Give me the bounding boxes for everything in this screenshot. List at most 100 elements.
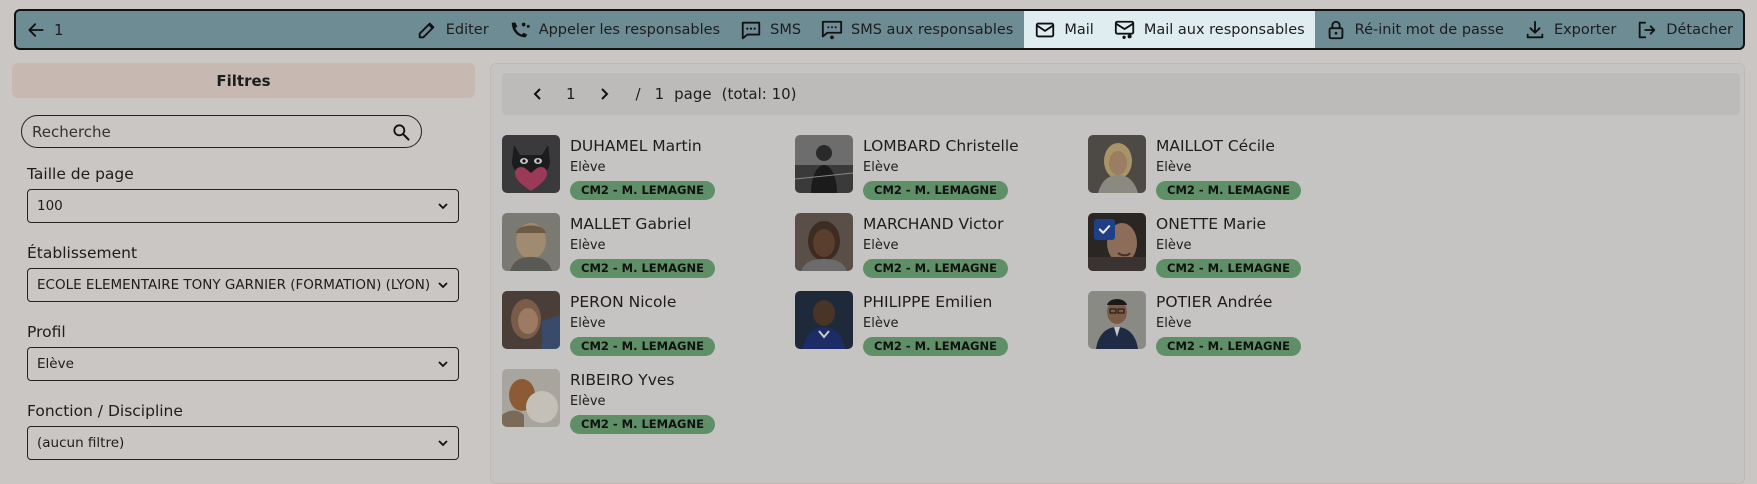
user-card[interactable]: PHILIPPE Emilien Elève CM2 - M. LEMAGNE: [795, 291, 1115, 357]
reset-password-label: Ré-init mot de passe: [1354, 21, 1504, 38]
chevron-left-icon: [533, 88, 541, 100]
user-card[interactable]: MARCHAND Victor Elève CM2 - M. LEMAGNE: [795, 213, 1115, 279]
user-role: Elève: [1156, 160, 1192, 175]
current-page: 1: [566, 85, 576, 103]
etablissement-label: Établissement: [27, 244, 138, 262]
class-badge: CM2 - M. LEMAGNE: [570, 259, 715, 278]
class-badge: CM2 - M. LEMAGNE: [570, 337, 715, 356]
class-badge: CM2 - M. LEMAGNE: [1156, 259, 1301, 278]
phone-people-icon: [511, 22, 530, 37]
user-name: LOMBARD Christelle: [863, 137, 1019, 155]
user-name: PERON Nicole: [570, 293, 677, 311]
user-card[interactable]: LOMBARD Christelle Elève CM2 - M. LEMAGN…: [795, 135, 1115, 201]
mail-guardians-button[interactable]: Mail aux responsables: [1103, 11, 1315, 48]
user-role: Elève: [570, 316, 606, 331]
lock-icon: [1328, 20, 1344, 39]
user-name: MAILLOT Cécile: [1156, 137, 1275, 155]
photo-avatar: [1088, 213, 1146, 271]
mail-button[interactable]: Mail: [1024, 11, 1104, 48]
user-card[interactable]: POTIER Andrée Elève CM2 - M. LEMAGNE: [1088, 291, 1408, 357]
next-page-button[interactable]: [596, 86, 612, 102]
download-icon: [1526, 20, 1544, 38]
user-role: Elève: [863, 238, 899, 253]
back-button[interactable]: [16, 11, 46, 48]
page-size-label: Taille de page: [27, 165, 134, 183]
detach-label: Détacher: [1666, 21, 1733, 38]
envelope-people-icon: [1114, 20, 1134, 39]
photo-avatar: [1088, 135, 1146, 193]
detach-button[interactable]: Détacher: [1626, 11, 1743, 48]
fonction-select[interactable]: (aucun filtre): [27, 426, 459, 460]
user-name: MALLET Gabriel: [570, 215, 692, 233]
user-role: Elève: [863, 160, 899, 175]
class-badge: CM2 - M. LEMAGNE: [863, 337, 1008, 356]
user-role: Elève: [1156, 316, 1192, 331]
user-card[interactable]: MALLET Gabriel Elève CM2 - M. LEMAGNE: [502, 213, 822, 279]
edit-button[interactable]: Editer: [406, 11, 499, 48]
user-card[interactable]: PERON Nicole Elève CM2 - M. LEMAGNE: [502, 291, 822, 357]
chevron-down-icon: [438, 440, 448, 447]
call-guardians-button[interactable]: Appeler les responsables: [499, 11, 730, 48]
checkmark-icon: [1098, 225, 1111, 234]
user-name: MARCHAND Victor: [863, 215, 1004, 233]
reset-password-button[interactable]: Ré-init mot de passe: [1315, 11, 1514, 48]
search-input[interactable]: Recherche: [21, 115, 422, 148]
sms-icon: [741, 21, 761, 39]
profil-label: Profil: [27, 323, 66, 341]
photo-avatar: [502, 291, 560, 349]
chevron-down-icon: [438, 203, 448, 210]
mail-label: Mail: [1064, 21, 1094, 38]
fonction-label: Fonction / Discipline: [27, 402, 183, 420]
action-toolbar: 1 Editer Appeler les responsables SMS SM…: [14, 9, 1745, 50]
arrow-left-icon: [28, 22, 44, 37]
call-guardians-label: Appeler les responsables: [538, 21, 721, 38]
etablissement-select[interactable]: ECOLE ELEMENTAIRE TONY GARNIER (FORMATIO…: [27, 268, 459, 302]
fonction-value: (aucun filtre): [37, 435, 125, 451]
profil-select[interactable]: Elève: [27, 347, 459, 381]
selected-checkbox[interactable]: [1094, 219, 1115, 240]
user-card[interactable]: MAILLOT Cécile Elève CM2 - M. LEMAGNE: [1088, 135, 1408, 201]
prev-page-button[interactable]: [530, 86, 546, 102]
profil-value: Elève: [37, 356, 74, 372]
pagination: 1 / 1 page (total: 10): [502, 73, 1740, 115]
user-name: RIBEIRO Yves: [570, 371, 675, 389]
photo-avatar: [502, 369, 560, 427]
results-panel: 1 / 1 page (total: 10) DUHAMEL Martin El…: [490, 63, 1745, 484]
sms-guardians-label: SMS aux responsables: [851, 21, 1014, 38]
photo-avatar: [795, 291, 853, 349]
class-badge: CM2 - M. LEMAGNE: [863, 259, 1008, 278]
user-role: Elève: [570, 394, 606, 409]
envelope-icon: [1036, 22, 1055, 37]
user-name: DUHAMEL Martin: [570, 137, 702, 155]
mail-guardians-label: Mail aux responsables: [1143, 21, 1305, 38]
sms-button[interactable]: SMS: [730, 11, 811, 48]
class-badge: CM2 - M. LEMAGNE: [1156, 181, 1301, 200]
photo-avatar: [795, 135, 853, 193]
photo-avatar: [502, 213, 560, 271]
filters-header: Filtres: [12, 63, 475, 98]
total-count: (total: 10): [721, 85, 797, 103]
user-card[interactable]: RIBEIRO Yves Elève CM2 - M. LEMAGNE: [502, 369, 822, 435]
search-icon[interactable]: [391, 122, 411, 142]
logout-icon: [1639, 21, 1656, 38]
page-size-value: 100: [37, 198, 63, 214]
user-role: Elève: [570, 238, 606, 253]
class-badge: CM2 - M. LEMAGNE: [863, 181, 1008, 200]
user-name: ONETTE Marie: [1156, 215, 1267, 233]
page-size-select[interactable]: 100: [27, 189, 459, 223]
user-name: PHILIPPE Emilien: [863, 293, 993, 311]
page-word: page: [674, 85, 712, 103]
export-button[interactable]: Exporter: [1514, 11, 1626, 48]
sms-guardians-button[interactable]: SMS aux responsables: [811, 11, 1023, 48]
chevron-right-icon: [600, 88, 608, 100]
page-separator: /: [635, 85, 641, 103]
user-role: Elève: [570, 160, 606, 175]
etablissement-value: ECOLE ELEMENTAIRE TONY GARNIER (FORMATIO…: [37, 277, 431, 293]
user-card[interactable]: ONETTE Marie Elève CM2 - M. LEMAGNE: [1088, 213, 1408, 279]
search-placeholder: Recherche: [32, 122, 111, 141]
sms-people-icon: [821, 20, 843, 39]
export-label: Exporter: [1553, 21, 1617, 38]
user-card[interactable]: DUHAMEL Martin Elève CM2 - M. LEMAGNE: [502, 135, 822, 201]
cat-heart-avatar: [502, 135, 560, 193]
user-role: Elève: [863, 316, 899, 331]
